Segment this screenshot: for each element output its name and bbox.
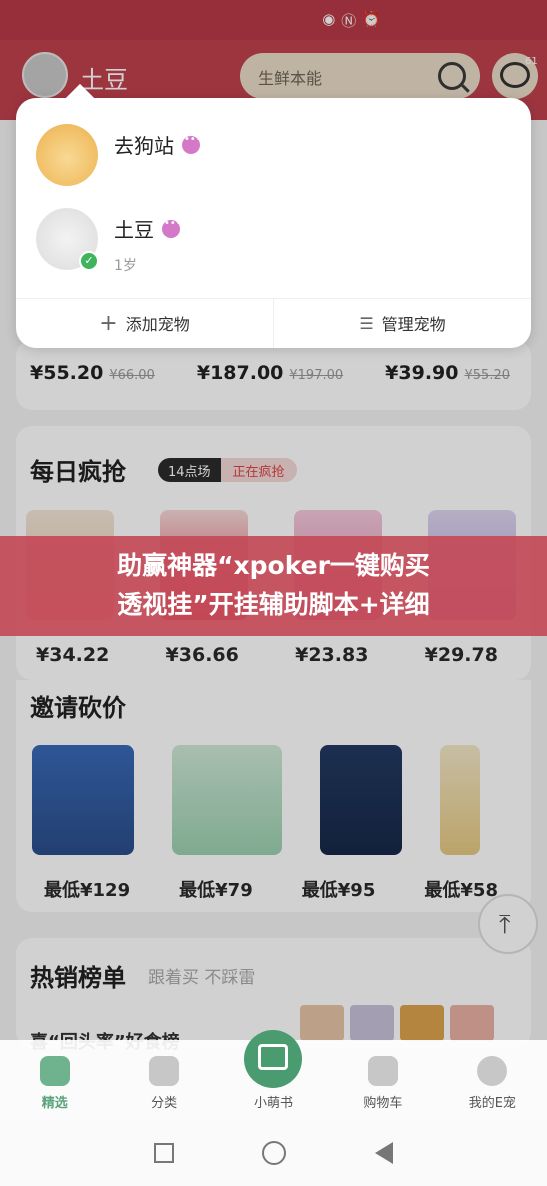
category-icon [149,1056,180,1086]
pet-info: 土豆 1岁 [114,214,182,275]
flash-price: ¥34.22 [36,644,110,666]
nav-label: 我的E宠 [468,1096,516,1111]
nav-label: 分类 [151,1096,178,1111]
nav-item-category[interactable]: 分类 [109,1040,218,1120]
manage-pets-button[interactable]: ☰ 管理宠物 [273,298,531,348]
popup-actions: + 添加宠物 ☰ 管理宠物 [16,298,531,348]
plus-icon: + [99,310,118,336]
book-icon [258,1044,288,1070]
add-pet-label: 添加宠物 [125,315,190,334]
home-icon [39,1056,70,1086]
layers-icon: ☰ [359,313,374,333]
bargain-prices: 最低¥129 最低¥79 最低¥95 最低¥58 [44,876,498,902]
flash-price: ¥29.78 [424,644,498,666]
profile-icon [477,1056,508,1086]
pet-avatar-cat: ✓ [36,208,99,271]
nav-item-cart[interactable]: 购物车 [328,1040,437,1120]
pet-name: 土豆 [114,218,154,242]
check-icon: ✓ [79,251,99,271]
recents-icon[interactable] [154,1143,175,1163]
nav-label: 小萌书 [254,1096,294,1111]
pet-row-selected[interactable]: ✓ 土豆 1岁 [36,208,182,275]
banner-line-2: 透视挂”开挂辅助脚本+详细 [117,590,430,619]
pet-info: 去狗站 [114,130,202,159]
banner-line-1: 助赢神器“xpoker一键购买 [117,551,430,580]
flash-sale-prices: ¥34.22 ¥36.66 ¥23.83 ¥29.78 [36,644,498,666]
book-nav-button[interactable] [244,1030,302,1088]
pet-name: 去狗站 [114,134,174,158]
bargain-price: 最低¥129 [44,880,131,901]
cart-icon [367,1056,398,1086]
pet-avatar-dog [36,124,98,186]
flash-price: ¥36.66 [165,644,239,666]
pet-age: 1岁 [114,258,137,274]
nav-item-profile[interactable]: 我的E宠 [438,1040,547,1120]
bargain-price: 最低¥58 [424,880,498,901]
nav-label: 精选 [41,1096,68,1111]
add-pet-button[interactable]: + 添加宠物 [16,298,273,348]
pet-row[interactable]: 去狗站 [36,124,202,186]
back-icon[interactable] [374,1142,393,1164]
pet-name-row: 土豆 [114,214,182,243]
bargain-price: 最低¥79 [179,880,253,901]
promo-banner: 助赢神器“xpoker一键购买 透视挂”开挂辅助脚本+详细 [0,536,547,636]
gender-icon [182,134,202,154]
nav-label: 购物车 [363,1096,403,1111]
gender-icon [162,218,182,238]
manage-pets-label: 管理宠物 [381,315,446,334]
bargain-price: 最低¥95 [301,880,376,901]
pet-name-row: 去狗站 [114,130,202,159]
system-nav-bar [0,1120,547,1186]
pet-switcher-popup: 去狗站 ✓ 土豆 1岁 + 添加宠物 ☰ 管理宠物 [16,98,531,348]
home-button-icon[interactable] [262,1141,287,1165]
flash-price: ¥23.83 [295,644,369,666]
nav-item-featured[interactable]: 精选 [0,1040,109,1120]
